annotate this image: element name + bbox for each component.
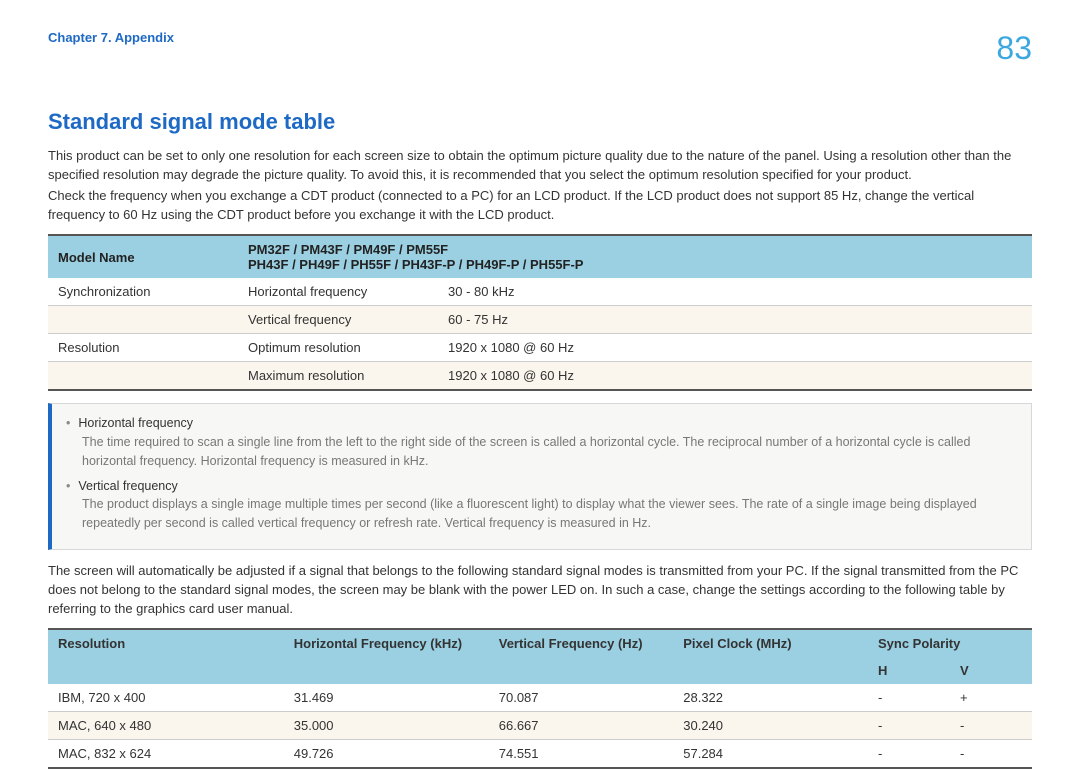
intro-paragraph-1: This product can be set to only one reso… (48, 147, 1032, 185)
note-definition: The product displays a single image mult… (82, 495, 1017, 533)
t2-cell-hf: 31.469 (284, 684, 489, 712)
table-row: MAC, 640 x 480 35.000 66.667 30.240 - - (48, 712, 1032, 740)
t2-cell-res: MAC, 640 x 480 (48, 712, 284, 740)
t2-header-sync-v: V (950, 657, 1032, 684)
t1-row-sub: Horizontal frequency (238, 278, 438, 306)
intro-text: This product can be set to only one reso… (48, 147, 1032, 224)
definitions-note: Horizontal frequency The time required t… (48, 403, 1032, 550)
t1-header-model: Model Name (48, 235, 238, 278)
mid-paragraph: The screen will automatically be adjuste… (48, 562, 1032, 619)
page-number: 83 (996, 30, 1032, 67)
note-term: Vertical frequency (66, 477, 1017, 496)
t2-header-resolution: Resolution (48, 629, 284, 684)
t2-cell-sv: - (950, 740, 1032, 769)
t1-row-sub: Maximum resolution (238, 362, 438, 391)
t2-cell-pc: 28.322 (673, 684, 868, 712)
t2-cell-sv: + (950, 684, 1032, 712)
chapter-breadcrumb: Chapter 7. Appendix (48, 30, 174, 45)
t1-row-val: 30 - 80 kHz (438, 278, 1032, 306)
intro-paragraph-2: Check the frequency when you exchange a … (48, 187, 1032, 225)
note-definition: The time required to scan a single line … (82, 433, 1017, 471)
t2-cell-res: MAC, 832 x 624 (48, 740, 284, 769)
table-row: IBM, 720 x 400 31.469 70.087 28.322 - + (48, 684, 1032, 712)
t2-cell-sh: - (868, 740, 950, 769)
t2-header-hfreq: Horizontal Frequency (kHz) (284, 629, 489, 684)
t2-cell-vf: 74.551 (489, 740, 674, 769)
t2-cell-hf: 35.000 (284, 712, 489, 740)
signal-mode-table: Resolution Horizontal Frequency (kHz) Ve… (48, 628, 1032, 769)
t2-cell-hf: 49.726 (284, 740, 489, 769)
t1-row-label: Resolution (48, 334, 238, 362)
t2-cell-vf: 66.667 (489, 712, 674, 740)
note-term: Horizontal frequency (66, 414, 1017, 433)
t2-cell-vf: 70.087 (489, 684, 674, 712)
section-title: Standard signal mode table (48, 109, 1032, 135)
t1-row-val: 1920 x 1080 @ 60 Hz (438, 334, 1032, 362)
t2-cell-pc: 57.284 (673, 740, 868, 769)
t1-row-sub: Optimum resolution (238, 334, 438, 362)
t1-row-label: Synchronization (48, 278, 238, 306)
model-spec-table: Model Name PM32F / PM43F / PM49F / PM55F… (48, 234, 1032, 391)
t1-row-label (48, 362, 238, 391)
t1-row-val: 1920 x 1080 @ 60 Hz (438, 362, 1032, 391)
t2-header-pclock: Pixel Clock (MHz) (673, 629, 868, 684)
t2-header-vfreq: Vertical Frequency (Hz) (489, 629, 674, 684)
t1-header-line1: PM32F / PM43F / PM49F / PM55F (248, 242, 1022, 257)
t2-cell-sh: - (868, 712, 950, 740)
t1-row-sub: Vertical frequency (238, 306, 438, 334)
t2-header-sync-h: H (868, 657, 950, 684)
t2-cell-res: IBM, 720 x 400 (48, 684, 284, 712)
t2-cell-sh: - (868, 684, 950, 712)
t2-cell-sv: - (950, 712, 1032, 740)
t1-header-models-list: PM32F / PM43F / PM49F / PM55F PH43F / PH… (238, 235, 1032, 278)
t2-header-sync: Sync Polarity (868, 629, 1032, 657)
t1-header-line2: PH43F / PH49F / PH55F / PH43F-P / PH49F-… (248, 257, 1022, 272)
t2-cell-pc: 30.240 (673, 712, 868, 740)
t1-row-val: 60 - 75 Hz (438, 306, 1032, 334)
t1-row-label (48, 306, 238, 334)
table-row: MAC, 832 x 624 49.726 74.551 57.284 - - (48, 740, 1032, 769)
